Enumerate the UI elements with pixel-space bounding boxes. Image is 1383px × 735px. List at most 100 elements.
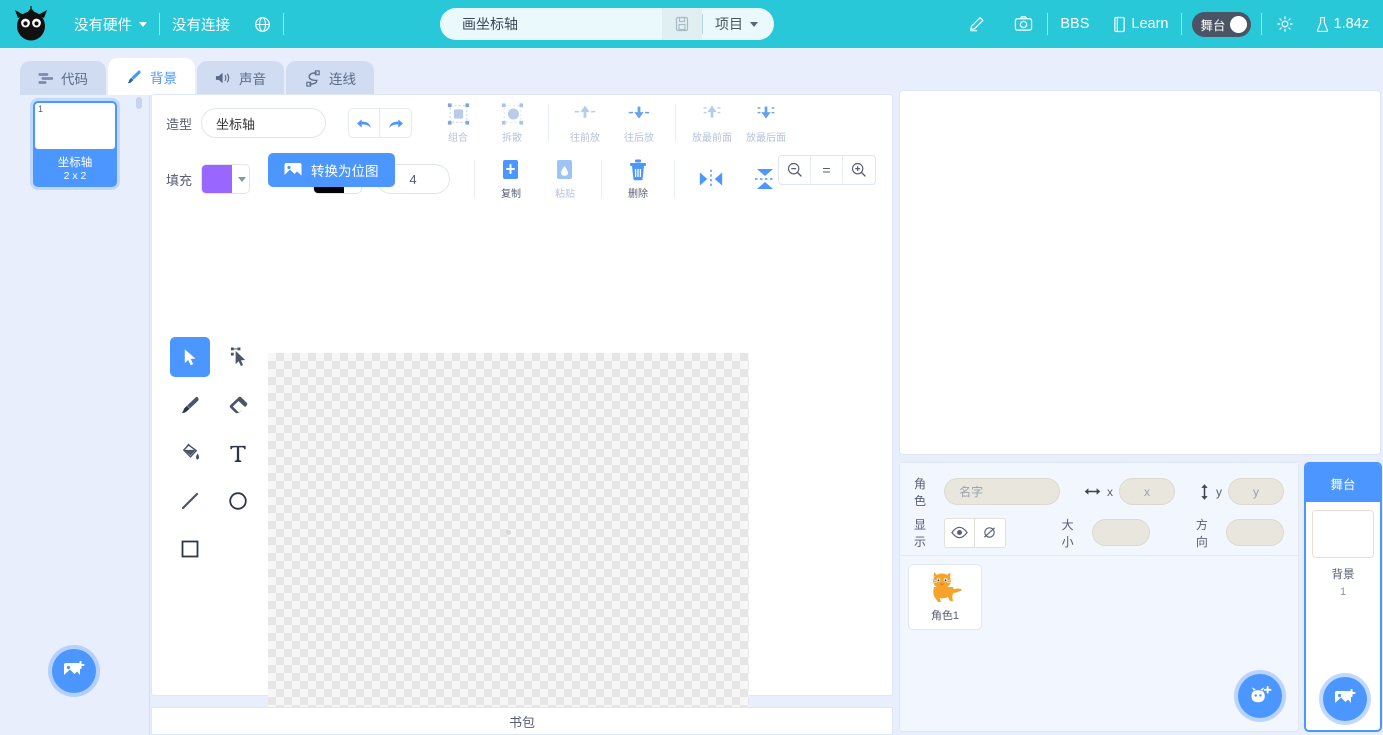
project-name-input[interactable] xyxy=(440,8,662,40)
undo-redo-group xyxy=(348,108,413,138)
costume-name-input[interactable] xyxy=(201,108,327,138)
reshape-tool[interactable] xyxy=(218,337,258,377)
delete-button[interactable]: 删除 xyxy=(613,158,663,200)
sprite-item-1[interactable]: 角色1 xyxy=(908,564,982,630)
delete-label: 删除 xyxy=(628,189,649,200)
bring-to-front-button[interactable]: 放最前面 xyxy=(687,102,737,144)
gear-icon xyxy=(1276,16,1293,32)
size-field[interactable] xyxy=(1091,519,1150,546)
edit-button[interactable] xyxy=(954,0,1000,48)
tab-backdrops[interactable]: 背景 xyxy=(108,58,195,95)
undo-button[interactable] xyxy=(348,108,381,138)
zoom-in-button[interactable] xyxy=(843,156,875,184)
redo-button[interactable] xyxy=(380,108,413,138)
copy-label: 复制 xyxy=(501,189,522,200)
bbs-link[interactable]: BBS xyxy=(1048,0,1101,48)
connection-menu-label: 没有连接 xyxy=(172,17,230,34)
forward-label: 往前放 xyxy=(570,133,601,144)
project-name-bar: 项目 xyxy=(440,8,774,40)
paste-label: 粘贴 xyxy=(555,189,576,200)
group-button[interactable]: 组合 xyxy=(433,102,483,144)
rectangle-tool[interactable] xyxy=(170,529,210,569)
copy-icon xyxy=(503,160,519,179)
stage-selector-header[interactable]: 舞台 xyxy=(1306,464,1380,502)
forward-icon xyxy=(574,105,596,118)
flip-horizontal-button[interactable] xyxy=(686,168,736,190)
show-button[interactable] xyxy=(945,518,975,547)
convert-to-bitmap-button[interactable]: 转换为位图 xyxy=(268,153,395,187)
fill-color-picker[interactable] xyxy=(201,164,251,194)
settings-button[interactable] xyxy=(1262,0,1308,48)
toolbar-divider-2 xyxy=(675,104,677,142)
toolbar-divider-3 xyxy=(474,160,476,198)
app-logo[interactable] xyxy=(0,5,62,43)
tab-code[interactable]: 代码 xyxy=(20,61,106,95)
send-to-back-button[interactable]: 放最后面 xyxy=(741,102,791,144)
paint-editor: 造型 组合 xyxy=(151,94,893,712)
brush-tool[interactable] xyxy=(170,385,210,425)
project-menu[interactable]: 项目 xyxy=(703,14,774,34)
backpack-bar[interactable]: 书包 xyxy=(151,707,893,735)
back-icon xyxy=(757,106,775,119)
wire-icon xyxy=(306,69,320,87)
backdrop-list-scrollbar[interactable] xyxy=(136,97,142,109)
add-backdrop-button-stage[interactable] xyxy=(1323,677,1367,721)
text-tool[interactable] xyxy=(218,433,258,473)
add-backdrop-button[interactable] xyxy=(52,649,96,693)
speaker-icon xyxy=(215,72,230,84)
stage-selector: 舞台 背景 1 xyxy=(1304,462,1382,732)
tab-sounds[interactable]: 声音 xyxy=(197,61,284,95)
hide-button[interactable] xyxy=(974,518,1005,547)
drawing-canvas[interactable] xyxy=(268,353,749,712)
add-backdrop-icon xyxy=(1335,689,1356,705)
fill-tool[interactable] xyxy=(170,433,210,473)
backward-button[interactable]: 往后放 xyxy=(614,102,664,144)
add-sprite-button[interactable] xyxy=(1238,674,1282,718)
backdrop-section-label: 背景 xyxy=(1331,569,1355,581)
size-label: 大小 xyxy=(1061,517,1074,549)
brush-icon xyxy=(127,69,141,83)
paste-button[interactable]: 粘贴 xyxy=(540,158,590,200)
globe-icon xyxy=(255,16,270,32)
zoom-in-icon xyxy=(851,162,866,177)
select-tool[interactable] xyxy=(170,337,210,377)
redo-icon xyxy=(389,118,403,128)
save-icon xyxy=(675,16,689,32)
front-icon xyxy=(703,105,721,118)
x-field[interactable]: x xyxy=(1119,478,1175,505)
language-button[interactable] xyxy=(242,0,283,48)
paint-toolbar-row-1: 造型 组合 xyxy=(152,95,892,151)
book-icon xyxy=(1114,16,1126,32)
project-save-button[interactable] xyxy=(662,8,702,40)
eraser-tool[interactable] xyxy=(218,385,258,425)
ungroup-label: 拆散 xyxy=(502,133,523,144)
stage-mode-toggle[interactable]: 舞台 xyxy=(1191,11,1251,37)
ungroup-button[interactable]: 拆散 xyxy=(487,102,537,144)
tool-palette xyxy=(170,337,266,577)
zoom-controls: = xyxy=(778,155,876,185)
direction-field[interactable] xyxy=(1225,519,1285,546)
tab-code-label: 代码 xyxy=(61,72,88,87)
line-tool[interactable] xyxy=(170,481,210,521)
camera-button[interactable] xyxy=(1000,0,1047,48)
zoom-reset-button[interactable]: = xyxy=(811,156,843,184)
forward-button[interactable]: 往前放 xyxy=(560,102,610,144)
backdrop-thumbnail[interactable] xyxy=(1312,510,1374,558)
chevron-down-icon xyxy=(232,176,249,182)
copy-button[interactable]: 复制 xyxy=(486,158,536,200)
zoom-out-button[interactable] xyxy=(779,156,811,184)
learn-link[interactable]: Learn xyxy=(1101,0,1180,48)
convert-to-bitmap-label: 转换为位图 xyxy=(311,164,379,179)
ellipse-tool[interactable] xyxy=(218,481,258,521)
tab-wiring-label: 连线 xyxy=(329,72,356,87)
stage-toggle-label: 舞台 xyxy=(1200,18,1226,33)
stage-view[interactable] xyxy=(899,90,1381,455)
tab-sounds-label: 声音 xyxy=(239,72,266,87)
sprite-name-field[interactable]: 名字 xyxy=(944,478,1060,505)
backdrop-item-1[interactable]: 1 坐标轴 2 x 2 xyxy=(33,101,117,187)
learn-label: Learn xyxy=(1131,16,1169,32)
connection-menu[interactable]: 没有连接 xyxy=(160,0,242,48)
hardware-menu[interactable]: 没有硬件 xyxy=(62,0,159,48)
y-field[interactable]: y xyxy=(1228,478,1284,505)
tab-wiring[interactable]: 连线 xyxy=(286,61,374,95)
